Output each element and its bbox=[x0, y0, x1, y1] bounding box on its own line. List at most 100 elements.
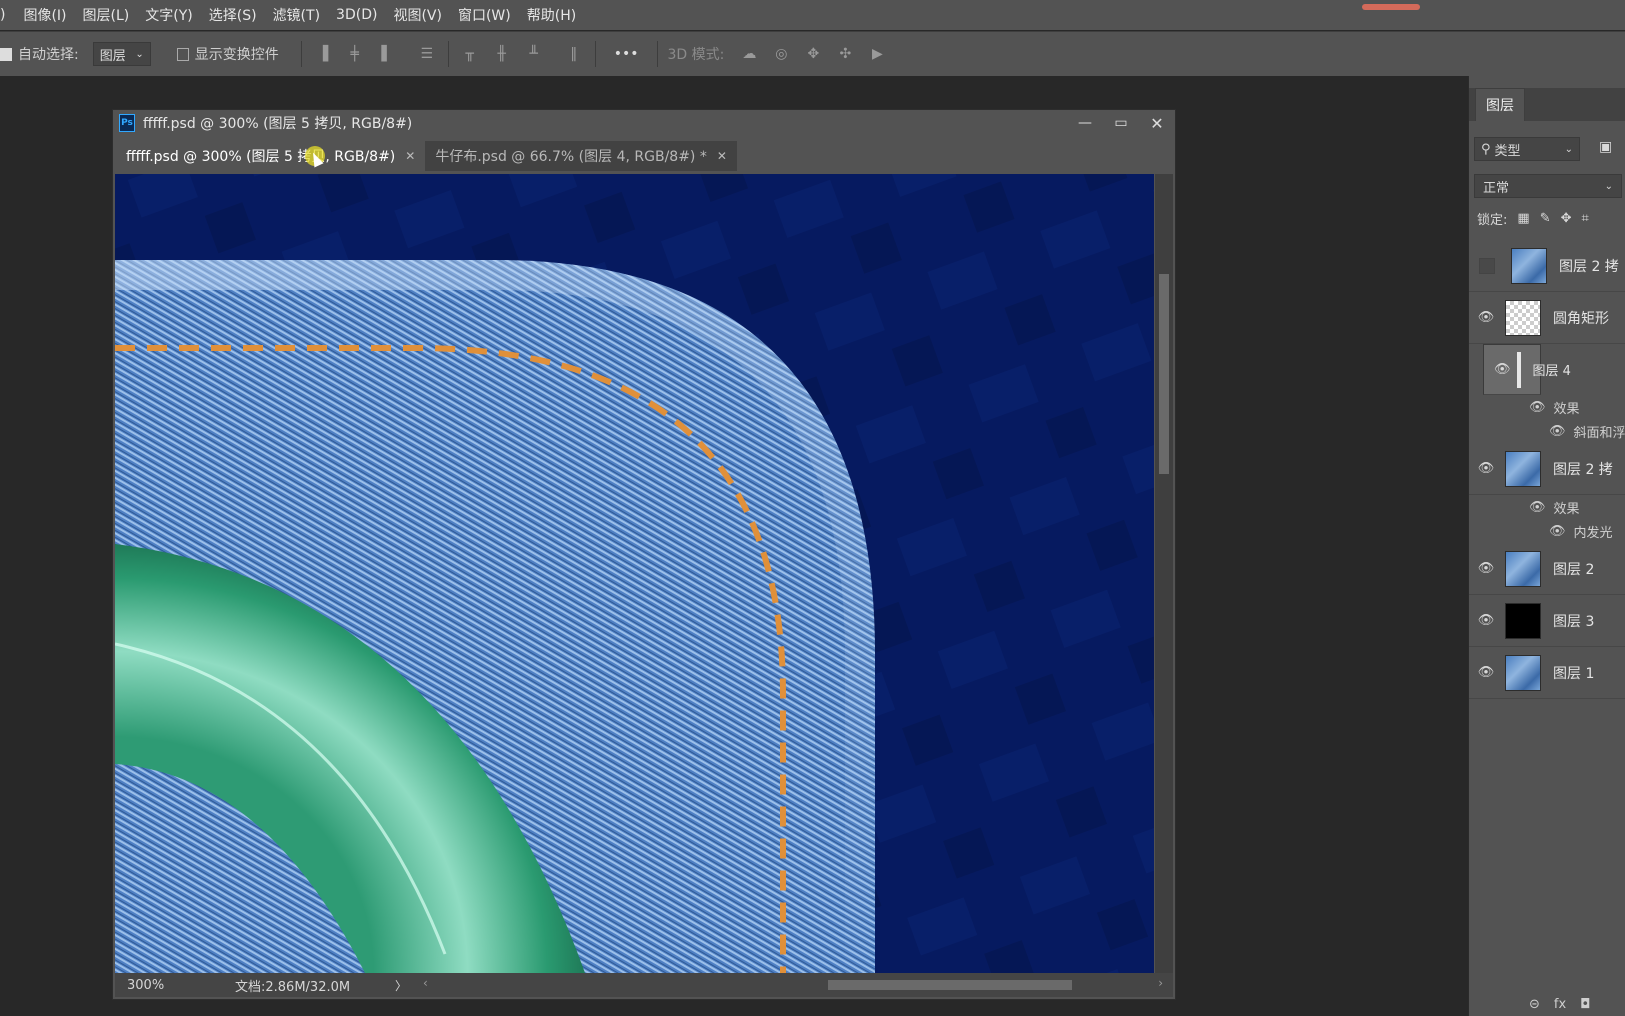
auto-select-checkbox[interactable] bbox=[0, 47, 12, 61]
scroll-right-icon[interactable]: › bbox=[1158, 976, 1163, 990]
close-icon[interactable]: ✕ bbox=[1139, 110, 1175, 136]
layer-name: 图层 2 拷 bbox=[1559, 258, 1619, 275]
maximize-icon[interactable]: ▭ bbox=[1103, 110, 1139, 136]
tab-close-icon[interactable]: ✕ bbox=[717, 149, 727, 163]
roll-3d-icon[interactable]: ◎ bbox=[770, 43, 792, 65]
eye-icon[interactable]: 👁 bbox=[1549, 524, 1566, 539]
horizontal-scroll-thumb[interactable] bbox=[828, 980, 1072, 990]
lock-label: 锁定: bbox=[1477, 212, 1508, 228]
effect-name: 斜面和浮 bbox=[1573, 425, 1625, 441]
tab-layers[interactable]: 图层 bbox=[1475, 88, 1525, 121]
effect-item-row[interactable]: 👁 内发光 bbox=[1469, 519, 1625, 543]
scroll-left-icon[interactable]: ‹ bbox=[423, 976, 428, 990]
horizontal-scrollbar[interactable]: ‹ › bbox=[423, 976, 1163, 991]
layer-filter-dropdown[interactable]: ⚲ 类型 ⌄ bbox=[1474, 137, 1580, 161]
divider bbox=[447, 41, 449, 67]
menu-item-select[interactable]: 选择(S) bbox=[201, 5, 265, 25]
eye-icon[interactable]: 👁 bbox=[1473, 561, 1499, 576]
status-arrow-icon[interactable]: 〉 bbox=[395, 977, 407, 994]
image-filter-icon[interactable]: ▣ bbox=[1599, 139, 1612, 155]
scale-3d-icon[interactable]: ▶ bbox=[866, 43, 888, 65]
distribute-vertical-icon[interactable]: ☰ bbox=[416, 43, 438, 65]
layer-thumbnail bbox=[1505, 450, 1541, 487]
canvas-artwork bbox=[115, 174, 1154, 973]
layer-row-selected[interactable]: 👁 图层 4 bbox=[1483, 344, 1571, 395]
align-middle-icon[interactable]: ╫ bbox=[491, 43, 513, 65]
eye-icon[interactable]: 👁 bbox=[1549, 424, 1566, 439]
drag-3d-icon[interactable]: ✥ bbox=[802, 43, 824, 65]
show-transform-label: 显示变换控件 bbox=[194, 47, 279, 63]
tab-close-icon[interactable]: ✕ bbox=[405, 149, 415, 163]
menu-bar: ) 图像(I) 图层(L) 文字(Y) 选择(S) 滤镜(T) 3D(D) 视图… bbox=[0, 0, 1625, 30]
menu-item-filter[interactable]: 滤镜(T) bbox=[265, 5, 328, 25]
menu-item-3d[interactable]: 3D(D) bbox=[328, 7, 385, 23]
document-window: Ps fffff.psd @ 300% (图层 5 拷贝, RGB/8#) — … bbox=[112, 109, 1176, 1000]
lock-artboard-icon[interactable]: ⌗ bbox=[1582, 211, 1589, 226]
effects-label: 效果 bbox=[1553, 501, 1580, 517]
auto-select-dropdown[interactable]: 图层 ⌄ bbox=[92, 42, 151, 66]
vertical-scrollbar[interactable] bbox=[1155, 174, 1173, 973]
effects-label: 效果 bbox=[1553, 401, 1580, 417]
doc-info[interactable]: 文档:2.86M/32.0M bbox=[235, 976, 395, 995]
lock-transparency-icon[interactable]: ▦ bbox=[1517, 211, 1529, 226]
document-canvas[interactable] bbox=[115, 174, 1154, 973]
more-options-button[interactable]: ••• bbox=[614, 46, 639, 62]
distribute-horizontal-icon[interactable]: ‖ bbox=[563, 43, 585, 65]
mode-3d-label: 3D 模式: bbox=[667, 47, 725, 63]
layer-mask-icon[interactable]: ◘ bbox=[1580, 997, 1590, 1012]
tab-denim[interactable]: 牛仔布.psd @ 66.7% (图层 4, RGB/8#) * ✕ bbox=[425, 141, 737, 171]
slide-3d-icon[interactable]: ✣ bbox=[834, 43, 856, 65]
lock-position-icon[interactable]: ✥ bbox=[1561, 211, 1572, 226]
link-layers-icon[interactable]: ⊝ bbox=[1529, 997, 1540, 1012]
document-title-bar[interactable]: Ps fffff.psd @ 300% (图层 5 拷贝, RGB/8#) — … bbox=[113, 110, 1175, 136]
menu-item-help[interactable]: 帮助(H) bbox=[519, 5, 584, 25]
align-center-icon[interactable]: ╪ bbox=[344, 43, 366, 65]
chevron-down-icon: ⌄ bbox=[1564, 143, 1573, 155]
eye-icon[interactable]: 👁 bbox=[1473, 310, 1499, 325]
chevron-down-icon: ⌄ bbox=[1604, 180, 1613, 192]
visibility-toggle-off[interactable] bbox=[1479, 257, 1495, 274]
tab-fffff[interactable]: fffff.psd @ 300% (图层 5 拷贝, RGB/8#) ✕ bbox=[116, 141, 426, 171]
fx-icon[interactable]: fx bbox=[1554, 997, 1566, 1012]
layer-row[interactable]: 图层 2 拷 bbox=[1469, 240, 1625, 292]
menu-item-image[interactable]: 图像(I) bbox=[15, 5, 74, 25]
lock-pixels-icon[interactable]: ✎ bbox=[1540, 211, 1551, 226]
vertical-scroll-thumb[interactable] bbox=[1159, 274, 1169, 474]
eye-icon[interactable]: 👁 bbox=[1473, 613, 1499, 628]
eye-icon[interactable]: 👁 bbox=[1529, 400, 1546, 415]
layer-row[interactable]: 👁 圆角矩形 bbox=[1469, 292, 1625, 344]
menu-item-view[interactable]: 视图(V) bbox=[385, 5, 450, 25]
layer-row[interactable]: 👁 图层 1 bbox=[1469, 647, 1625, 699]
layer-row[interactable]: 👁 图层 2 bbox=[1469, 543, 1625, 595]
layers-panel: 图层 ⚲ 类型 ⌄ ▣ 正常 ⌄ 锁定: ▦ ✎ ✥ ⌗ 图层 2 拷 👁 圆角… bbox=[1468, 76, 1625, 1016]
effects-row[interactable]: 👁 效果 bbox=[1469, 395, 1625, 419]
menu-item-type[interactable]: 文字(Y) bbox=[137, 5, 200, 25]
document-tabs: fffff.psd @ 300% (图层 5 拷贝, RGB/8#) ✕ 牛仔布… bbox=[116, 141, 737, 171]
eye-icon[interactable]: 👁 bbox=[1473, 665, 1499, 680]
effects-row[interactable]: 👁 效果 bbox=[1469, 495, 1625, 519]
blend-mode-value: 正常 bbox=[1483, 180, 1510, 196]
eye-icon[interactable]: 👁 bbox=[1473, 461, 1499, 476]
blend-mode-dropdown[interactable]: 正常 ⌄ bbox=[1474, 174, 1622, 198]
options-bar: 自动选择: 图层 ⌄ 显示变换控件 ▐ ╪ ▌ ☰ ╥ ╫ ╨ ‖ ••• 3D… bbox=[0, 31, 1625, 76]
show-transform-checkbox[interactable] bbox=[176, 47, 189, 61]
layer-list: 图层 2 拷 👁 圆角矩形 👁 图层 4 👁 效果 👁 斜面和浮 👁 图层 2 … bbox=[1469, 240, 1625, 699]
menu-item-layer[interactable]: 图层(L) bbox=[75, 5, 138, 25]
zoom-level[interactable]: 300% bbox=[115, 978, 185, 993]
menu-item-window[interactable]: 窗口(W) bbox=[450, 5, 519, 25]
auto-select-value: 图层 bbox=[99, 48, 126, 64]
align-left-icon[interactable]: ▐ bbox=[312, 43, 334, 65]
orbit-3d-icon[interactable]: ☁ bbox=[738, 43, 760, 65]
align-bottom-icon[interactable]: ╨ bbox=[523, 43, 545, 65]
minimize-icon[interactable]: — bbox=[1067, 110, 1103, 136]
effect-item-row[interactable]: 👁 斜面和浮 bbox=[1469, 419, 1625, 443]
align-top-icon[interactable]: ╥ bbox=[459, 43, 481, 65]
layer-row[interactable]: 👁 图层 3 bbox=[1469, 595, 1625, 647]
align-right-icon[interactable]: ▌ bbox=[376, 43, 398, 65]
layer-row[interactable]: 👁 图层 2 拷 bbox=[1469, 443, 1625, 495]
eye-icon[interactable]: 👁 bbox=[1494, 362, 1511, 377]
document-title: fffff.psd @ 300% (图层 5 拷贝, RGB/8#) bbox=[143, 116, 413, 132]
layer-name: 图层 1 bbox=[1553, 665, 1595, 682]
eye-icon[interactable]: 👁 bbox=[1529, 500, 1546, 515]
menu-item-partial[interactable]: ) bbox=[0, 7, 15, 23]
